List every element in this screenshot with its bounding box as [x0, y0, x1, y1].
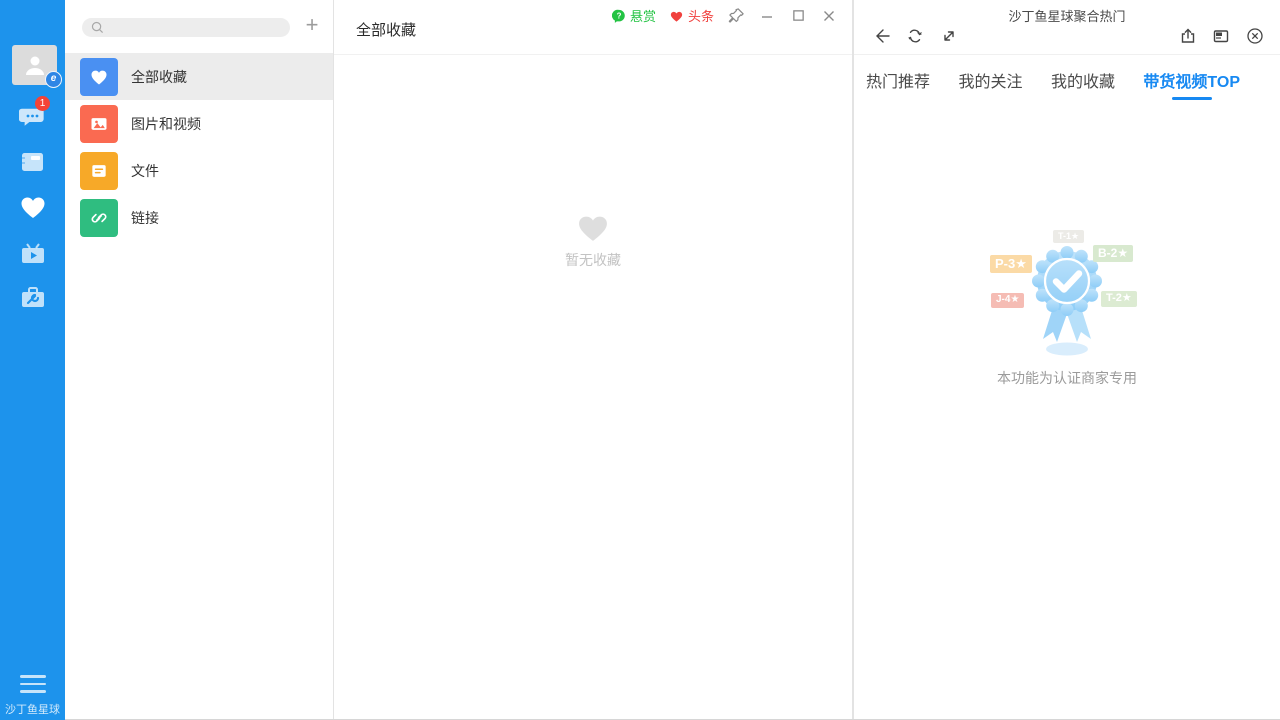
grade-tag: J-4★ — [991, 293, 1024, 308]
search-icon — [91, 21, 104, 34]
expand-icon[interactable] — [940, 27, 958, 45]
collection-item-label: 链接 — [131, 208, 159, 228]
grade-tag: T-2★ — [1101, 291, 1137, 307]
headline-heart-icon — [669, 9, 684, 23]
hot-panel-header: 沙丁鱼星球聚合热门 — [854, 0, 1280, 55]
minimize-button[interactable] — [758, 7, 776, 25]
reward-question-icon: ? — [612, 9, 626, 23]
collection-item[interactable]: 链接 — [65, 194, 333, 241]
heart-icon — [89, 67, 109, 87]
empty-state-text: 暂无收藏 — [565, 250, 621, 270]
file-icon — [89, 161, 109, 181]
pin-icon[interactable] — [727, 7, 745, 25]
main-header: 全部收藏 ? 悬赏 头条 — [334, 0, 852, 55]
collection-item[interactable]: 图片和视频 — [65, 100, 333, 147]
tab-my-follow[interactable]: 我的关注 — [958, 68, 1022, 92]
app-name-label: 沙丁鱼星球 — [0, 701, 65, 717]
collection-item[interactable]: 全部收藏 — [65, 53, 333, 100]
tab-video-top[interactable]: 带货视频TOP — [1143, 68, 1240, 100]
menu-icon[interactable] — [20, 675, 46, 693]
collection-item-label: 文件 — [131, 161, 159, 181]
page-title: 全部收藏 — [356, 19, 416, 40]
refresh-icon[interactable] — [906, 27, 924, 45]
browser-badge-icon: e — [45, 71, 62, 88]
hot-panel: 沙丁鱼星球聚合热门 — [853, 0, 1280, 719]
tab-my-favorites[interactable]: 我的收藏 — [1051, 68, 1115, 92]
collections-panel: + 全部收藏 图片和视频 — [65, 0, 333, 719]
notebook-icon[interactable] — [19, 148, 47, 176]
hot-tabs: 热门推荐 我的关注 我的收藏 带货视频TOP — [854, 55, 1280, 100]
search-row: + — [65, 0, 333, 53]
app-window: e 1 沙丁鱼星球 — [0, 0, 1280, 720]
link-icon — [89, 208, 109, 228]
collection-item-label: 图片和视频 — [131, 114, 201, 134]
close-circle-icon[interactable] — [1246, 27, 1264, 45]
maximize-button[interactable] — [789, 7, 807, 25]
empty-state: 暂无收藏 — [334, 210, 852, 270]
certified-only-text: 本功能为认证商家专用 — [854, 368, 1280, 388]
back-icon[interactable] — [872, 27, 890, 45]
search-input[interactable] — [82, 18, 290, 37]
image-icon — [89, 114, 109, 134]
toolbox-icon[interactable] — [19, 284, 47, 312]
left-rail: e 1 沙丁鱼星球 — [0, 0, 65, 720]
chat-unread-badge: 1 — [35, 96, 50, 111]
close-button[interactable] — [820, 7, 838, 25]
grade-tag: T-1★ — [1053, 230, 1084, 243]
window-icon[interactable] — [1212, 27, 1230, 45]
headline-button[interactable]: 头条 — [669, 6, 714, 25]
collection-item-label: 全部收藏 — [131, 67, 187, 87]
share-icon[interactable] — [1179, 27, 1197, 45]
avatar[interactable]: e — [12, 45, 57, 85]
favorites-heart-icon[interactable] — [19, 194, 47, 222]
headline-label: 头条 — [688, 6, 714, 25]
grade-tag: B-2★ — [1093, 245, 1133, 262]
reward-button[interactable]: ? 悬赏 — [612, 6, 656, 25]
svg-text:?: ? — [617, 11, 622, 20]
tab-hot-recommend[interactable]: 热门推荐 — [866, 68, 930, 92]
grade-tag: P-3★ — [990, 255, 1032, 273]
collection-item[interactable]: 文件 — [65, 147, 333, 194]
main-panel: 全部收藏 ? 悬赏 头条 — [333, 0, 853, 719]
add-collection-button[interactable]: + — [301, 15, 323, 37]
video-tv-icon[interactable] — [19, 240, 47, 268]
person-icon — [22, 52, 48, 78]
reward-label: 悬赏 — [630, 6, 656, 25]
empty-heart-icon — [574, 210, 612, 244]
hot-panel-title: 沙丁鱼星球聚合热门 — [854, 0, 1280, 25]
certified-badge-illustration: T-1★ B-2★ P-3★ J-4★ T-2★ — [854, 225, 1280, 360]
